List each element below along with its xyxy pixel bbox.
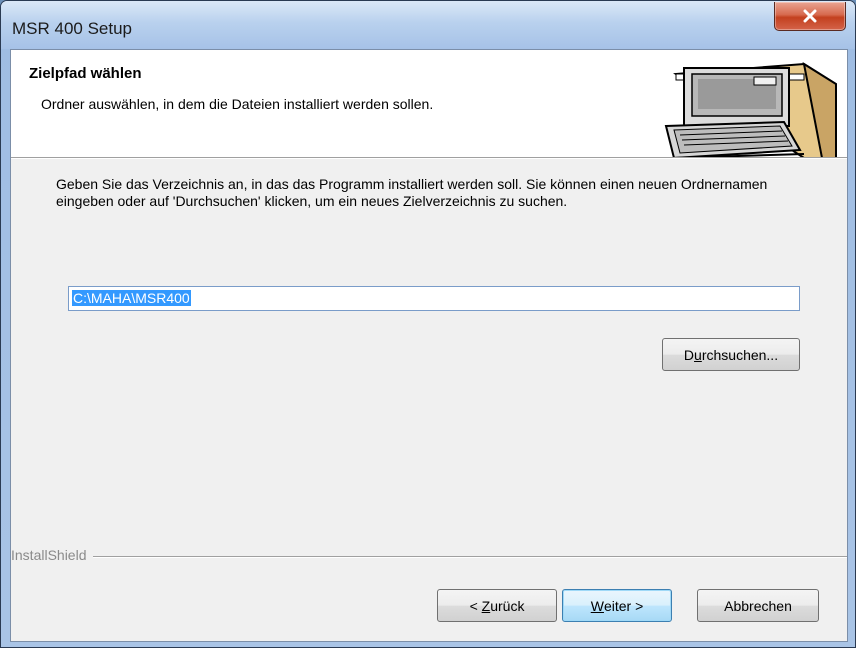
back-button[interactable]: < Zurück <box>437 589 557 622</box>
browse-label-suffix: rchsuchen... <box>701 346 779 363</box>
destination-path-input[interactable]: C:\MAHA\MSR400 <box>68 286 800 311</box>
browse-label-prefix: D <box>683 346 695 363</box>
footer-separator <box>11 556 847 558</box>
title-bar[interactable]: MSR 400 Setup <box>1 1 855 49</box>
close-icon <box>802 9 818 23</box>
next-label-accelerator: W <box>590 597 604 614</box>
dialog-client-area: Zielpfad wählen Ordner auswählen, in dem… <box>10 49 848 642</box>
back-label-prefix: < <box>469 597 482 614</box>
computer-illustration-icon <box>664 61 837 158</box>
instruction-text: Geben Sie das Verzeichnis an, in das das… <box>56 176 768 209</box>
back-label-accelerator: Z <box>481 597 491 614</box>
selected-path-text: C:\MAHA\MSR400 <box>72 290 191 306</box>
cancel-button[interactable]: Abbrechen <box>697 589 819 622</box>
browse-label-accelerator: u <box>694 346 702 363</box>
next-button[interactable]: Weiter > <box>562 589 672 622</box>
page-title: Zielpfad wählen <box>29 65 142 82</box>
installshield-brand: InstallShield <box>11 547 93 563</box>
header-separator <box>11 157 847 159</box>
back-label-suffix: urück <box>490 597 525 614</box>
browse-button[interactable]: Du rchsuchen... <box>662 338 800 371</box>
cancel-label: Abbrechen <box>724 597 792 614</box>
setup-window: MSR 400 Setup Zielpfad wählen Ordner aus… <box>0 0 856 648</box>
next-label-suffix: eiter > <box>603 597 644 614</box>
window-title: MSR 400 Setup <box>12 19 133 38</box>
wizard-header: Zielpfad wählen Ordner auswählen, in dem… <box>11 50 847 158</box>
page-subtitle: Ordner auswählen, in dem die Dateien ins… <box>41 96 434 112</box>
close-button[interactable] <box>774 2 846 31</box>
